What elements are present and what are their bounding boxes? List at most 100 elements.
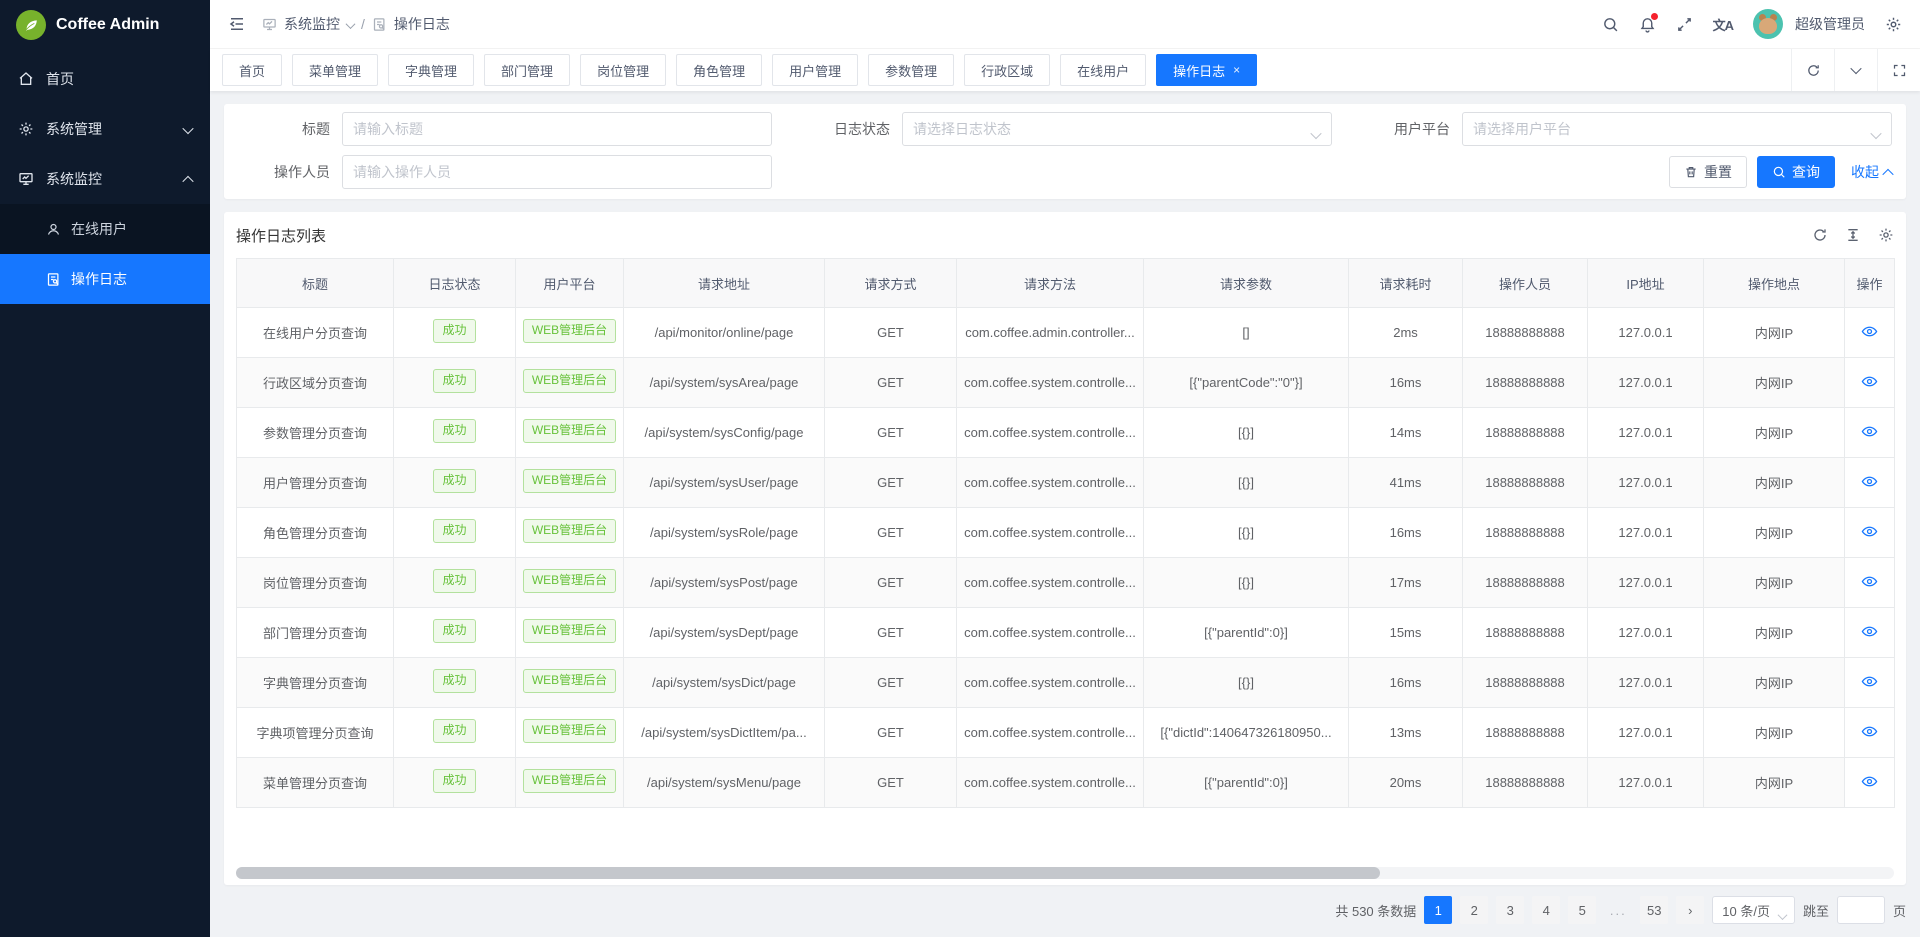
reset-button[interactable]: 重置 bbox=[1669, 156, 1747, 188]
tab[interactable]: 操作日志 × bbox=[1156, 54, 1257, 86]
page-number-button[interactable]: 5 bbox=[1568, 896, 1596, 924]
cell-platform: WEB管理后台 bbox=[516, 408, 624, 458]
horizontal-scrollbar[interactable] bbox=[236, 867, 1894, 879]
view-detail-button[interactable] bbox=[1845, 658, 1895, 708]
sidebar-item-system-management[interactable]: 系统管理 bbox=[0, 104, 210, 154]
platform-badge: WEB管理后台 bbox=[523, 669, 616, 693]
page-size-select[interactable]: 10 条/页 bbox=[1712, 896, 1795, 924]
chevron-down-icon[interactable] bbox=[1834, 49, 1877, 91]
chevron-down-icon bbox=[184, 121, 192, 137]
page-number-button[interactable]: 2 bbox=[1460, 896, 1488, 924]
view-detail-button[interactable] bbox=[1845, 408, 1895, 458]
cell-location: 内网IP bbox=[1704, 408, 1845, 458]
sidebar-item-online-users[interactable]: 在线用户 bbox=[0, 204, 210, 254]
tab[interactable]: 字典管理 bbox=[388, 54, 474, 86]
gear-icon[interactable] bbox=[1885, 16, 1902, 33]
cell-title: 角色管理分页查询 bbox=[237, 508, 394, 558]
tab[interactable]: 用户管理 bbox=[772, 54, 858, 86]
status-badge: 成功 bbox=[433, 619, 475, 643]
cell-location: 内网IP bbox=[1704, 608, 1845, 658]
cell-request-method: GET bbox=[825, 658, 957, 708]
jump-page-input[interactable] bbox=[1837, 896, 1885, 924]
cell-status: 成功 bbox=[394, 408, 516, 458]
log-icon bbox=[46, 272, 61, 287]
collapse-sidebar-icon[interactable] bbox=[228, 15, 246, 33]
view-detail-button[interactable] bbox=[1845, 558, 1895, 608]
status-badge: 成功 bbox=[433, 669, 475, 693]
page-number-button[interactable]: ... bbox=[1604, 896, 1632, 924]
sidebar-item-label: 首页 bbox=[46, 69, 74, 89]
cell-handler: com.coffee.system.controlle... bbox=[957, 608, 1144, 658]
tab[interactable]: 参数管理 bbox=[868, 54, 954, 86]
row-height-icon[interactable] bbox=[1845, 227, 1861, 243]
log-status-select[interactable] bbox=[902, 112, 1332, 146]
fullscreen-icon[interactable] bbox=[1676, 16, 1693, 33]
page-number-button[interactable]: 3 bbox=[1496, 896, 1524, 924]
tab[interactable]: 岗位管理 bbox=[580, 54, 666, 86]
view-detail-button[interactable] bbox=[1845, 308, 1895, 358]
tab[interactable]: 在线用户 bbox=[1060, 54, 1146, 86]
scrollbar-thumb[interactable] bbox=[236, 867, 1380, 879]
column-header: 标题 bbox=[237, 259, 394, 308]
column-header: 请求方式 bbox=[825, 259, 957, 308]
search-icon bbox=[1772, 165, 1786, 179]
notification-bell-icon[interactable] bbox=[1639, 16, 1656, 33]
sidebar-item-system-monitor[interactable]: 系统监控 bbox=[0, 154, 210, 204]
cell-location: 内网IP bbox=[1704, 308, 1845, 358]
cell-duration: 17ms bbox=[1349, 558, 1463, 608]
translate-icon[interactable]: 文A bbox=[1713, 15, 1733, 34]
sidebar-item-home[interactable]: 首页 bbox=[0, 54, 210, 104]
gear-icon[interactable] bbox=[1878, 227, 1894, 243]
title-input[interactable] bbox=[342, 112, 772, 146]
tab[interactable]: 角色管理 bbox=[676, 54, 762, 86]
next-page-button[interactable]: › bbox=[1676, 896, 1704, 924]
cell-platform: WEB管理后台 bbox=[516, 308, 624, 358]
home-icon bbox=[18, 71, 34, 87]
page-number-button[interactable]: 4 bbox=[1532, 896, 1560, 924]
column-header: IP地址 bbox=[1588, 259, 1704, 308]
tab-label: 部门管理 bbox=[501, 61, 553, 80]
breadcrumb-parent[interactable]: 系统监控 bbox=[284, 14, 340, 34]
view-detail-button[interactable] bbox=[1845, 608, 1895, 658]
maximize-icon[interactable] bbox=[1877, 49, 1920, 91]
cell-location: 内网IP bbox=[1704, 358, 1845, 408]
cell-request-url: /api/system/sysUser/page bbox=[624, 458, 825, 508]
tab[interactable]: 部门管理 bbox=[484, 54, 570, 86]
cell-handler: com.coffee.system.controlle... bbox=[957, 558, 1144, 608]
tab[interactable]: 首页 bbox=[222, 54, 282, 86]
view-detail-button[interactable] bbox=[1845, 458, 1895, 508]
tab[interactable]: 菜单管理 bbox=[292, 54, 378, 86]
status-badge: 成功 bbox=[433, 419, 475, 443]
content: 标题 日志状态 用户平台 bbox=[210, 91, 1920, 937]
eye-icon bbox=[1861, 573, 1878, 590]
view-detail-button[interactable] bbox=[1845, 358, 1895, 408]
avatar[interactable] bbox=[1753, 9, 1783, 39]
search-icon[interactable] bbox=[1602, 16, 1619, 33]
cell-request-method: GET bbox=[825, 558, 957, 608]
view-detail-button[interactable] bbox=[1845, 508, 1895, 558]
page-number-button[interactable]: 53 bbox=[1640, 896, 1668, 924]
user-name[interactable]: 超级管理员 bbox=[1795, 14, 1865, 34]
status-badge: 成功 bbox=[433, 319, 475, 343]
page-number-button[interactable]: 1 bbox=[1424, 896, 1452, 924]
cell-title: 用户管理分页查询 bbox=[237, 458, 394, 508]
view-detail-button[interactable] bbox=[1845, 758, 1895, 808]
collapse-filter-link[interactable]: 收起 bbox=[1851, 162, 1892, 182]
refresh-icon[interactable] bbox=[1812, 227, 1828, 243]
search-button[interactable]: 查询 bbox=[1757, 156, 1835, 188]
operator-input[interactable] bbox=[342, 155, 772, 189]
view-detail-button[interactable] bbox=[1845, 708, 1895, 758]
log-list-panel: 操作日志列表 标题日志状态用户平台请求地址请求方式请求方法请求参数请求耗时操作人… bbox=[224, 212, 1906, 885]
tab-label: 行政区域 bbox=[981, 61, 1033, 80]
sidebar: Coffee Admin 首页 系统管理 系统监控 在线用户 bbox=[0, 0, 210, 937]
table-row: 字典管理分页查询 成功 WEB管理后台 /api/system/sysDict/… bbox=[237, 658, 1895, 708]
user-platform-select[interactable] bbox=[1462, 112, 1892, 146]
column-header: 请求地址 bbox=[624, 259, 825, 308]
sidebar-item-operation-log[interactable]: 操作日志 bbox=[0, 254, 210, 304]
cell-operator: 18888888888 bbox=[1463, 558, 1588, 608]
cell-request-method: GET bbox=[825, 458, 957, 508]
tab-close-icon[interactable]: × bbox=[1233, 64, 1240, 76]
tab[interactable]: 行政区域 bbox=[964, 54, 1050, 86]
refresh-icon[interactable] bbox=[1791, 49, 1834, 91]
app-logo[interactable]: Coffee Admin bbox=[0, 0, 210, 50]
